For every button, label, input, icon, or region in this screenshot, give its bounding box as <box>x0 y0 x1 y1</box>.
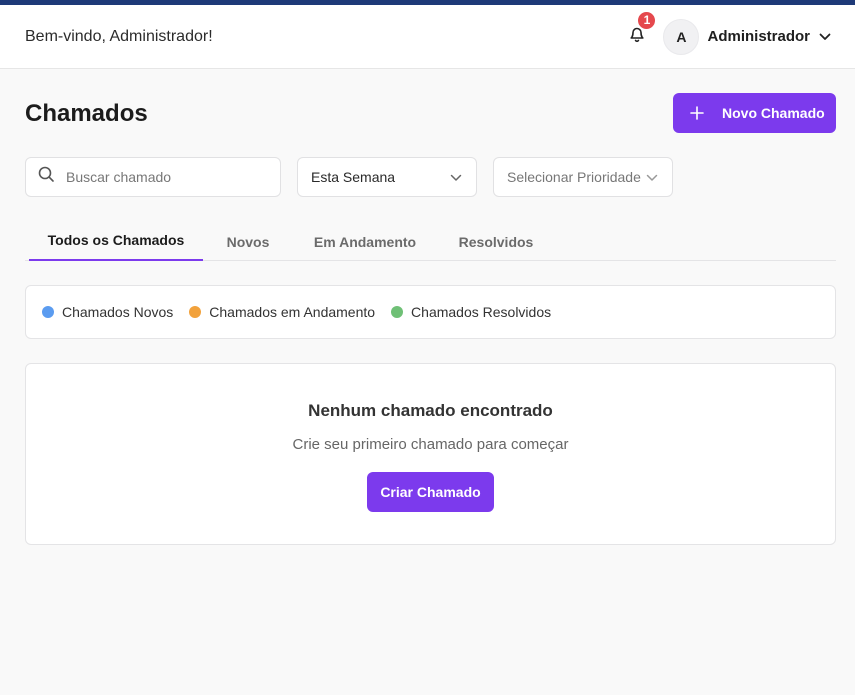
priority-select-placeholder: Selecionar Prioridade <box>507 169 641 185</box>
legend-dot <box>189 306 202 318</box>
legend-label: Chamados em Andamento <box>209 304 376 320</box>
page-title: Chamados <box>25 100 148 127</box>
avatar[interactable]: A <box>663 18 700 55</box>
legend-label: Chamados Resolvidos <box>411 304 552 320</box>
tab-in-progress[interactable]: Em Andamento <box>305 222 425 261</box>
empty-state-card: Nenhum chamado encontrado Crie seu prime… <box>25 363 836 545</box>
user-name[interactable]: Administrador <box>707 28 810 45</box>
legend-label: Chamados Novos <box>62 304 174 320</box>
empty-state-subtitle: Crie seu primeiro chamado para começar <box>292 436 569 453</box>
new-ticket-button[interactable]: Novo Chamado <box>673 93 836 133</box>
header-actions: 1 A Administrador <box>625 10 831 55</box>
legend-dot <box>391 306 404 318</box>
top-header: Bem-vindo, Administrador! 1 A Administra… <box>0 5 855 69</box>
tab-resolved[interactable]: Resolvidos <box>451 222 541 261</box>
chevron-down-icon <box>450 169 462 185</box>
user-menu-chevron-down-icon[interactable] <box>819 33 831 41</box>
tab-new[interactable]: Novos <box>215 222 281 261</box>
empty-state-title: Nenhum chamado encontrado <box>308 401 553 420</box>
notifications-button[interactable]: 1 <box>625 10 657 49</box>
chevron-down-icon <box>646 169 658 185</box>
legend-item-new: Chamados Novos <box>42 304 173 320</box>
tab-all-tickets[interactable]: Todos os Chamados <box>29 222 203 261</box>
notification-count-badge: 1 <box>637 10 657 30</box>
legend-dot <box>42 306 54 318</box>
period-select[interactable]: Esta Semana <box>297 157 477 197</box>
welcome-message: Bem-vindo, Administrador! <box>25 27 213 45</box>
new-ticket-label: Novo Chamado <box>722 105 825 121</box>
status-legend: Chamados Novos Chamados em Andamento Cha… <box>25 285 836 339</box>
search-field[interactable] <box>25 157 281 197</box>
search-icon <box>38 166 55 188</box>
create-ticket-button[interactable]: Criar Chamado <box>367 472 494 512</box>
legend-item-resolved: Chamados Resolvidos <box>391 304 551 320</box>
search-input[interactable] <box>66 169 256 185</box>
priority-select[interactable]: Selecionar Prioridade <box>493 157 673 197</box>
legend-item-in-progress: Chamados em Andamento <box>189 304 375 320</box>
plus-icon <box>690 106 704 120</box>
ticket-tabs: Todos os Chamados Novos Em Andamento Res… <box>25 222 836 261</box>
period-select-value: Esta Semana <box>311 169 396 185</box>
